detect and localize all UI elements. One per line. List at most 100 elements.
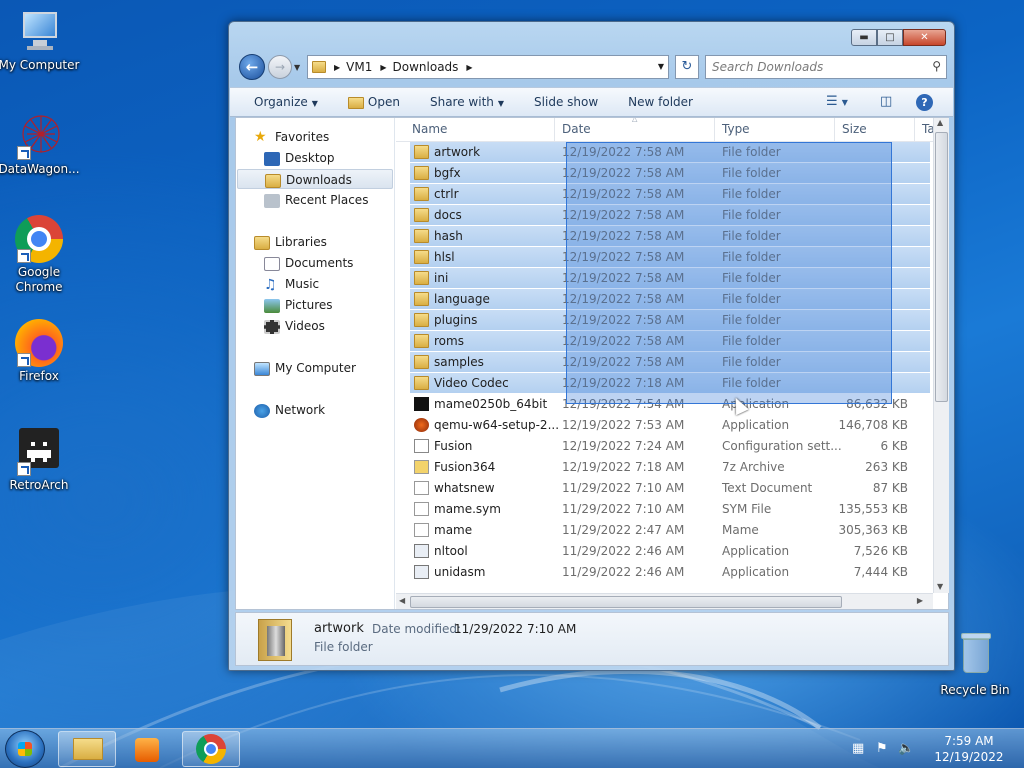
file-row[interactable]: artwork 12/19/2022 7:58 AM File folder (410, 142, 930, 162)
share-with-button[interactable]: Share with ▼ (430, 95, 504, 109)
breadcrumb-separator-icon[interactable]: ▶ (380, 63, 386, 72)
breadcrumb-separator-icon[interactable]: ▶ (466, 63, 472, 72)
breadcrumb-separator-icon[interactable]: ▶ (334, 63, 340, 72)
desktop-icon-retroarch[interactable]: RetroArch (0, 428, 81, 493)
recent-pages-dropdown-icon[interactable]: ▼ (294, 63, 300, 72)
folder-icon (414, 271, 429, 285)
address-dropdown-icon[interactable]: ▼ (658, 62, 664, 71)
column-divider[interactable] (834, 118, 835, 142)
file-row[interactable]: Video Codec 12/19/2022 7:18 AM File folder (410, 373, 930, 393)
minimize-button[interactable]: ▬ (851, 29, 877, 46)
shortcut-arrow-icon (17, 353, 31, 367)
file-row[interactable]: mame0250b_64bit 12/19/2022 7:54 AM Applica… (410, 394, 930, 414)
desktop-icon-firefox[interactable]: Firefox (0, 319, 81, 384)
nav-favorites[interactable]: ★ Favorites (254, 127, 412, 147)
file-type: File folder (722, 229, 781, 243)
organize-button[interactable]: Organize ▼ (254, 95, 318, 109)
taskbar-chrome-button[interactable] (182, 731, 240, 767)
file-row[interactable]: bgfx 12/19/2022 7:58 AM File folder (410, 163, 930, 183)
start-button[interactable] (5, 730, 45, 768)
file-row[interactable]: samples 12/19/2022 7:58 AM File folder (410, 352, 930, 372)
file-date: 12/19/2022 7:18 AM (562, 460, 685, 474)
file-row[interactable]: qemu-w64-setup-2... 12/19/2022 7:53 AM App… (410, 415, 930, 435)
maximize-button[interactable]: □ (877, 29, 903, 46)
volume-icon[interactable]: 🔈 (898, 741, 914, 756)
scroll-right-icon[interactable]: ▶ (917, 596, 923, 605)
horizontal-scrollbar[interactable]: ◀ ▶ (396, 593, 933, 609)
system-tray: ▦ ⚑ 🔈 7:59 AM 12/19/2022 (844, 729, 1024, 768)
desktop-icon-my-computer[interactable]: My Computer (0, 8, 81, 73)
column-divider[interactable] (914, 118, 915, 142)
vertical-scrollbar[interactable]: ▲ ▼ (933, 118, 949, 593)
taskbar-media-player-button[interactable] (120, 731, 178, 767)
desktop-icon-datawagon[interactable]: DataWagon... (0, 112, 81, 177)
column-tags[interactable]: Ta (922, 122, 933, 140)
file-row[interactable]: nltool 11/29/2022 2:46 AM Application 7,526… (410, 541, 930, 561)
action-center-icon[interactable]: ⚑ (876, 741, 888, 756)
nav-network[interactable]: Network (254, 400, 412, 420)
open-button[interactable]: Open (347, 95, 400, 109)
address-bar[interactable]: ▶ VM1 ▶ Downloads ▶ ▼ (307, 55, 669, 79)
horizontal-scroll-thumb[interactable] (410, 596, 842, 608)
column-divider[interactable] (554, 118, 555, 142)
column-divider[interactable] (714, 118, 715, 142)
column-size[interactable]: Size (842, 122, 867, 140)
details-date: 11/29/2022 7:10 AM (454, 622, 577, 636)
scroll-down-icon[interactable]: ▼ (937, 582, 943, 591)
file-name: mame (434, 523, 473, 537)
file-row[interactable]: ini 12/19/2022 7:58 AM File folder (410, 268, 930, 288)
clock-time: 7:59 AM (944, 734, 994, 748)
file-row[interactable]: roms 12/19/2022 7:58 AM File folder (410, 331, 930, 351)
file-row[interactable]: mame.sym 11/29/2022 7:10 AM SYM File 135,55… (410, 499, 930, 519)
folder-icon (414, 250, 429, 264)
desktop-icon-label: DataWagon... (0, 162, 80, 176)
column-type[interactable]: Type (722, 122, 750, 140)
column-name[interactable]: Name (412, 122, 447, 140)
preview-pane-icon[interactable]: ◫ (880, 94, 892, 109)
file-type: File folder (722, 145, 781, 159)
new-folder-button[interactable]: New folder (628, 95, 693, 109)
file-row[interactable]: docs 12/19/2022 7:58 AM File folder (410, 205, 930, 225)
vertical-scroll-thumb[interactable] (935, 132, 948, 402)
forward-button[interactable]: → (268, 55, 292, 79)
file-row[interactable]: Fusion 12/19/2022 7:24 AM Configuration se… (410, 436, 930, 456)
file-row[interactable]: mame 11/29/2022 2:47 AM Mame 305,363 KB (410, 520, 930, 540)
nav-libraries[interactable]: Libraries (254, 232, 412, 252)
file-row[interactable]: whatsnew 11/29/2022 7:10 AM Text Document 8… (410, 478, 930, 498)
clock[interactable]: 7:59 AM 12/19/2022 (930, 733, 1008, 765)
nav-downloads[interactable]: Downloads (237, 169, 393, 189)
file-row[interactable]: unidasm 11/29/2022 2:46 AM Application 7,44… (410, 562, 930, 582)
file-size: 86,632 KB (846, 397, 908, 411)
close-button[interactable]: ✕ (903, 29, 946, 46)
view-options-icon[interactable]: ☰ ▼ (826, 94, 848, 109)
shortcut-arrow-icon (17, 146, 31, 160)
network-tray-icon[interactable]: ▦ (852, 741, 864, 756)
scroll-up-icon[interactable]: ▲ (937, 118, 943, 127)
breadcrumb-downloads[interactable]: Downloads (393, 60, 459, 74)
file-row[interactable]: Fusion364 12/19/2022 7:18 AM 7z Archive 263… (410, 457, 930, 477)
file-type: File folder (722, 166, 781, 180)
file-icon (414, 439, 429, 453)
file-date: 12/19/2022 7:58 AM (562, 334, 685, 348)
search-placeholder: Search Downloads (712, 60, 824, 74)
desktop-icon-google-chrome[interactable]: Google Chrome (0, 215, 81, 295)
file-date: 12/19/2022 7:58 AM (562, 208, 685, 222)
search-input[interactable]: Search Downloads ⚲ (705, 55, 947, 79)
taskbar-explorer-button[interactable] (58, 731, 116, 767)
details-item-name: artwork (314, 621, 364, 636)
help-icon[interactable]: ? (916, 94, 933, 111)
file-row[interactable]: hlsl 12/19/2022 7:58 AM File folder (410, 247, 930, 267)
back-button[interactable]: ← (239, 54, 265, 80)
refresh-button[interactable]: ↻ (675, 55, 699, 79)
file-row[interactable]: language 12/19/2022 7:58 AM File folder (410, 289, 930, 309)
breadcrumb-vm1[interactable]: VM1 (346, 60, 372, 74)
file-row[interactable]: hash 12/19/2022 7:58 AM File folder (410, 226, 930, 246)
nav-my-computer[interactable]: My Computer (254, 358, 412, 378)
explorer-window[interactable]: ▬ □ ✕ ← → ▼ ▶ VM1 ▶ Downloads ▶ ▼ ↻ Sear… (228, 21, 955, 671)
file-row[interactable]: plugins 12/19/2022 7:58 AM File folder (410, 310, 930, 330)
file-row[interactable]: ctrlr 12/19/2022 7:58 AM File folder (410, 184, 930, 204)
file-icon (414, 502, 429, 516)
scroll-left-icon[interactable]: ◀ (399, 596, 405, 605)
column-date[interactable]: Date (562, 122, 591, 140)
slide-show-button[interactable]: Slide show (534, 95, 598, 109)
